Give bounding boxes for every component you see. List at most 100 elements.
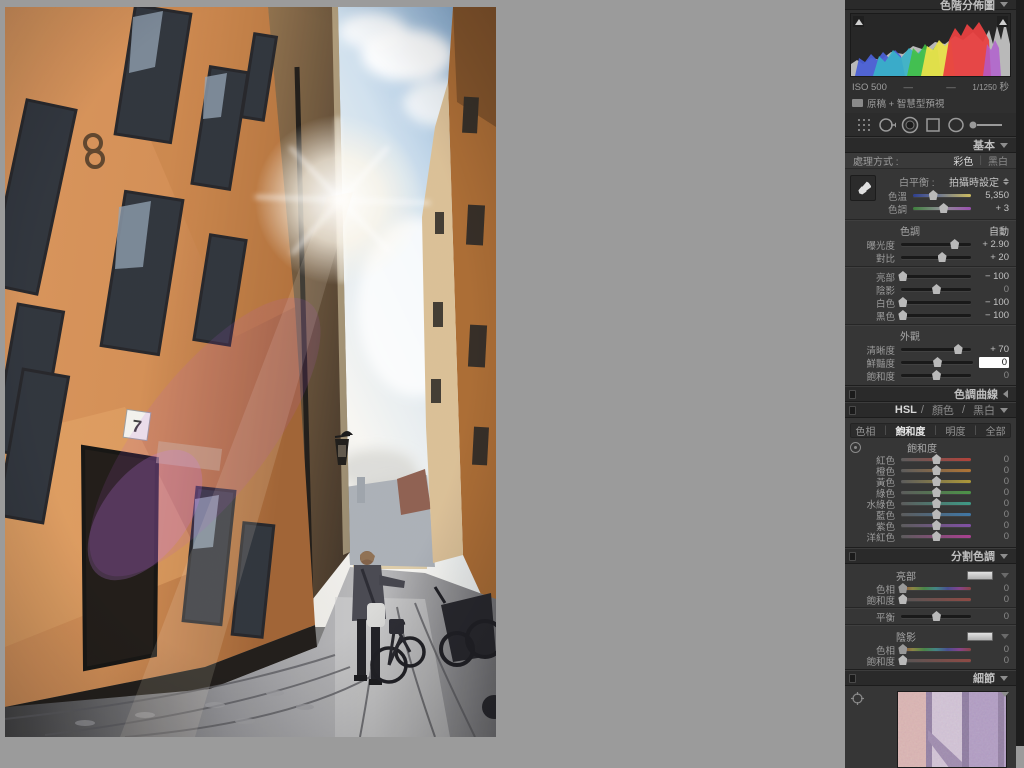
vibrance-value-input[interactable]: 0 — [979, 357, 1009, 368]
chevron-down-icon — [1001, 633, 1009, 639]
split-balance-slider[interactable] — [901, 611, 971, 621]
temp-slider-knob[interactable] — [928, 190, 938, 200]
wb-eyedropper-button[interactable] — [850, 175, 876, 201]
highlights-value[interactable]: − 100 — [977, 271, 1009, 282]
smart-preview-status[interactable]: 原稿 + 智慧型預視 — [845, 94, 1016, 113]
clarity-value[interactable]: + 70 — [977, 344, 1009, 355]
blacks-slider[interactable] — [898, 310, 971, 320]
hsl-orange-slider[interactable] — [901, 465, 971, 475]
hsl-red-slider[interactable] — [901, 454, 971, 464]
bw-mode[interactable]: 黑白 — [973, 402, 995, 418]
whites-slider[interactable] — [898, 297, 971, 307]
saturation-value[interactable]: 0 — [977, 370, 1009, 381]
histogram-plot — [851, 14, 1010, 76]
vibrance-slider-row: 鮮豔度 0 — [866, 357, 1009, 370]
chevron-down-icon — [1001, 692, 1009, 697]
shadows-slider[interactable] — [901, 284, 971, 294]
adjustment-brush-tool-icon[interactable] — [968, 115, 1004, 135]
hsl-blue-slider[interactable] — [901, 509, 971, 519]
tint-slider-knob[interactable] — [939, 203, 949, 213]
hsl-yellow-slider[interactable] — [901, 476, 971, 486]
whites-value[interactable]: − 100 — [977, 297, 1009, 308]
panel-scrollbar[interactable] — [1016, 0, 1024, 746]
chevron-left-icon — [1003, 390, 1008, 398]
shadows-color-swatch[interactable] — [967, 631, 993, 641]
tab-hue[interactable]: 色相 — [855, 423, 875, 438]
contrast-value[interactable]: + 20 — [977, 252, 1009, 263]
split-hl-sat-row: 飽和度 0 — [866, 594, 1009, 607]
crop-tool-icon[interactable] — [853, 115, 875, 135]
chevron-down-icon — [1000, 407, 1008, 413]
exposure-slider[interactable] — [901, 239, 971, 249]
tint-slider[interactable] — [913, 203, 971, 213]
split-hl-hue-slider[interactable] — [898, 583, 971, 593]
detail-target-icon[interactable] — [851, 692, 864, 708]
shadows-value[interactable]: 0 — [977, 284, 1009, 295]
treatment-bw-option[interactable]: 黑白 — [988, 153, 1008, 168]
basic-panel-header[interactable]: 基本 — [845, 137, 1016, 153]
targeted-adjustment-icon[interactable] — [850, 441, 861, 453]
panel-switch-icon[interactable] — [849, 389, 856, 399]
presence-group-header: 外觀 — [845, 328, 1016, 343]
contrast-slider-row: 對比 + 20 — [875, 252, 1009, 265]
split-hl-sat-slider[interactable] — [898, 594, 971, 604]
detail-panel-header[interactable]: 細節 — [845, 670, 1016, 686]
shadow-clipping-indicator[interactable] — [853, 16, 864, 27]
panel-switch-icon[interactable] — [849, 673, 856, 683]
panel-switch-icon[interactable] — [849, 405, 856, 415]
split-sh-hue-slider[interactable] — [898, 644, 971, 654]
white-balance-block: 白平衡 : 拍攝時設定 色溫 5,350 色調 + 3 — [845, 172, 1016, 217]
spot-removal-tool-icon[interactable] — [876, 115, 898, 135]
shutter-speed: 1/1250 秒 — [972, 82, 1010, 93]
smart-preview-label: 原稿 + 智慧型預視 — [867, 99, 945, 110]
blacks-slider-row: 黑色 − 100 — [875, 310, 1009, 323]
wb-label: 白平衡 : — [899, 178, 935, 189]
temp-value[interactable]: 5,350 — [977, 190, 1009, 201]
panel-switch-icon[interactable] — [849, 551, 856, 561]
split-toning-title: 分割色調 — [951, 551, 995, 563]
wb-preset-dropdown[interactable]: 拍攝時設定 — [949, 174, 1009, 189]
detail-zoom-preview[interactable] — [897, 691, 1007, 768]
exposure-value[interactable]: + 2.90 — [977, 239, 1009, 250]
contrast-slider[interactable] — [901, 252, 971, 262]
treatment-label: 處理方式 : — [853, 157, 899, 168]
detail-preview-image — [898, 692, 1006, 767]
tab-all[interactable]: 全部 — [986, 423, 1006, 438]
histogram-header[interactable]: 色階分佈圖 — [845, 0, 1016, 12]
split-toning-panel-header[interactable]: 分割色調 — [845, 548, 1016, 564]
tone-curve-panel-header[interactable]: 色調曲線 — [845, 386, 1016, 402]
highlights-color-swatch[interactable] — [967, 570, 993, 580]
blacks-value[interactable]: − 100 — [977, 310, 1009, 321]
auto-tone-button[interactable]: 自動 — [989, 223, 1009, 238]
hsl-panel-header[interactable]: HSL / 顏色 / 黑白 — [845, 402, 1016, 418]
hsl-magenta-slider[interactable] — [901, 531, 971, 541]
hsl-aqua-slider[interactable] — [901, 498, 971, 508]
histogram[interactable] — [850, 13, 1011, 77]
tint-value[interactable]: + 3 — [977, 203, 1009, 214]
photo-image[interactable]: 7 — [5, 7, 496, 737]
hsl-green-slider[interactable] — [901, 487, 971, 497]
highlight-clipping-indicator[interactable] — [997, 16, 1008, 27]
temp-slider[interactable] — [913, 190, 971, 200]
tool-strip — [845, 113, 1016, 137]
exif-info-row: ISO 500 — — 1/1250 秒 — [845, 78, 1016, 94]
hsl-magenta-row: 洋紅色 0 — [866, 531, 1009, 544]
highlights-slider[interactable] — [898, 271, 971, 281]
split-sh-sat-slider[interactable] — [898, 655, 971, 665]
red-eye-tool-icon[interactable] — [899, 115, 921, 135]
radial-filter-tool-icon[interactable] — [945, 115, 967, 135]
saturation-slider[interactable] — [901, 370, 971, 380]
clarity-slider[interactable] — [901, 344, 971, 354]
tab-luminance[interactable]: 明度 — [946, 423, 966, 438]
chevron-down-icon — [1000, 142, 1008, 148]
chevron-down-icon — [1000, 553, 1008, 559]
vibrance-slider[interactable] — [901, 357, 973, 367]
hsl-purple-slider[interactable] — [901, 520, 971, 530]
hsl-mode[interactable]: HSL — [895, 404, 917, 416]
tab-saturation[interactable]: 飽和度 — [895, 423, 925, 438]
tone-curve-title: 色調曲線 — [954, 389, 998, 401]
graduated-filter-tool-icon[interactable] — [922, 115, 944, 135]
color-mode[interactable]: 顏色 — [932, 402, 954, 418]
treatment-color-option[interactable]: 彩色 — [953, 153, 973, 168]
detail-title: 細節 — [973, 673, 995, 685]
